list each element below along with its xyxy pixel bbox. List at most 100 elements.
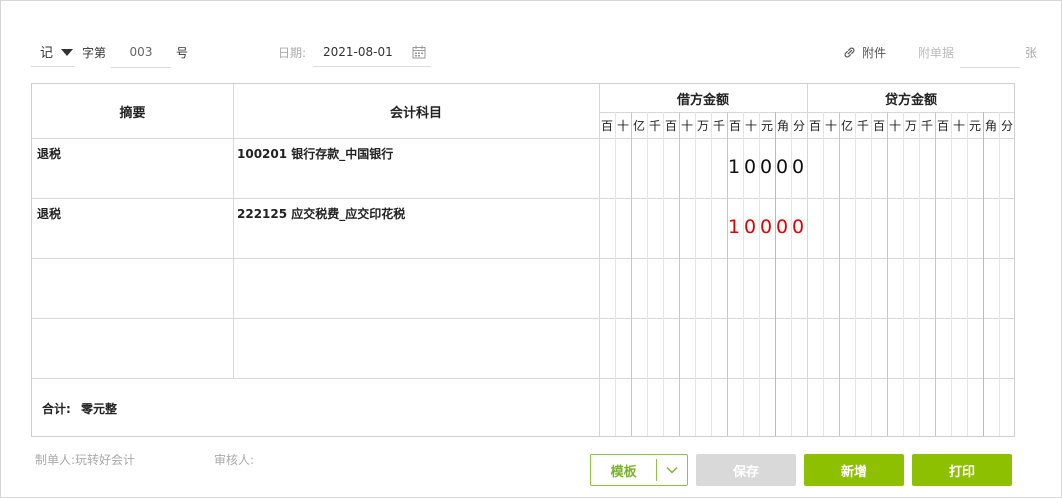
total-row: 合计: 零元整 [42,400,117,417]
row-1-debit-amount[interactable]: 10000 [727,156,807,178]
save-button[interactable]: 保存 [696,454,796,486]
amount-digit: 0 [743,156,759,178]
debit-unit-header: 分 [792,118,805,133]
reviewer-label: 审核人: [214,453,255,467]
attachment-link[interactable]: 附件 [843,37,886,67]
amount-digit: 1 [727,216,743,238]
header-bottom-line [32,138,1014,139]
voucher-type-value: 记 [40,46,54,61]
debit-unit-header: 千 [712,118,725,133]
row-4-empty[interactable] [32,319,599,378]
column-header-credit: 贷方金额 [884,92,937,108]
debit-digit-divider [743,112,744,436]
credit-digit-divider [823,112,824,436]
amount-digit: 0 [759,156,775,178]
credit-digit-divider [903,112,904,436]
debit-unit-header: 十 [616,118,629,133]
credit-digit-divider [887,112,888,436]
debit-digit-divider [775,112,776,436]
new-button[interactable]: 新增 [804,454,904,486]
maker-name: 玩转好会计 [75,453,136,467]
row-2-debit-amount[interactable]: 10000 [727,216,807,238]
credit-digit-divider [855,112,856,436]
credit-unit-header: 百 [936,118,949,133]
amount-digit: 0 [775,156,791,178]
debit-unit-header: 百 [600,118,613,133]
debit-unit-header: 亿 [632,118,645,133]
row-2-summary[interactable]: 退税 [37,205,61,222]
debit-digit-divider [679,112,680,436]
credit-unit-header: 角 [984,118,997,133]
debit-digit-divider [615,112,616,436]
voucher-word-label: 字第 [82,45,107,60]
debit-digit-divider [647,112,648,436]
calendar-icon[interactable] [412,45,426,59]
amount-digit: 0 [791,216,807,238]
credit-unit-header: 分 [1000,118,1013,133]
credit-unit-header: 万 [904,118,917,133]
column-header-summary: 摘要 [119,105,146,121]
credit-digit-divider [935,112,936,436]
voucher-number-input[interactable]: 003 [111,37,171,68]
total-amount-words: 零元整 [81,402,118,416]
date-value: 2021-08-01 [323,44,393,59]
debit-digit-divider [791,112,792,436]
credit-unit-header: 十 [888,118,901,133]
credit-unit-header: 千 [920,118,933,133]
credit-digit-divider [919,112,920,436]
column-header-debit: 借方金额 [676,92,729,108]
debit-unit-header: 百 [664,118,677,133]
amount-digit: 0 [743,216,759,238]
credit-unit-header: 千 [856,118,869,133]
row-divider [32,198,1014,199]
voucher-number-suffix: 号 [176,45,189,60]
voucher-table: 摘要 会计科目 借方金额 贷方金额 退税 100201 银行存款_中国银行 10… [31,83,1015,437]
credit-unit-header: 十 [952,118,965,133]
credit-digit-divider [999,112,1000,436]
print-button[interactable]: 打印 [912,454,1012,486]
caret-down-icon [61,49,74,56]
amount-digit: 0 [791,156,807,178]
debit-digit-divider [663,112,664,436]
date-label: 日期: [278,45,307,60]
row-2-account[interactable]: 222125 应交税费_应交印花税 [237,205,405,222]
debit-digit-divider [711,112,712,436]
credit-unit-header: 百 [872,118,885,133]
credit-unit-header: 十 [824,118,837,133]
debit-unit-header: 千 [648,118,661,133]
credit-unit-header: 元 [968,118,981,133]
credit-unit-header: 亿 [840,118,853,133]
voucher-header: 记 字第 003 号 日期: 2021-08-01 附件 附单据 张 [0,37,1062,69]
document-count-input[interactable] [960,37,1020,68]
voucher-type-select[interactable]: 记 [31,37,75,67]
maker-label: 制单人: [35,453,76,467]
document-count-label: 附单据 [918,45,955,60]
template-button-label: 模板 [610,464,637,480]
column-header-account: 会计科目 [389,105,442,121]
amount-digit: 1 [727,156,743,178]
total-label: 合计: [42,402,71,416]
amount-digit: 0 [775,216,791,238]
maker-info: 制单人:玩转好会计 [35,451,135,468]
amount-digit: 0 [759,216,775,238]
template-button[interactable]: 模板 [590,454,688,486]
credit-digit-divider [967,112,968,436]
row-1-account[interactable]: 100201 银行存款_中国银行 [237,145,393,162]
debit-digit-divider [631,112,632,436]
reviewer-info: 审核人: [214,451,254,468]
credit-unit-header: 百 [808,118,821,133]
chevron-down-icon[interactable] [657,466,687,474]
row-3-empty[interactable] [32,259,599,318]
debit-unit-header: 十 [680,118,693,133]
row-1-summary[interactable]: 退税 [37,145,61,162]
row-divider [32,378,1014,379]
date-input[interactable]: 2021-08-01 [313,37,431,67]
debit-digit-divider [727,112,728,436]
paperclip-icon [844,47,855,57]
debit-digit-divider [695,112,696,436]
debit-unit-header: 万 [696,118,709,133]
debit-digit-divider [759,112,760,436]
credit-digit-divider [951,112,952,436]
attachment-label: 附件 [862,45,887,60]
debit-unit-header: 角 [776,118,789,133]
